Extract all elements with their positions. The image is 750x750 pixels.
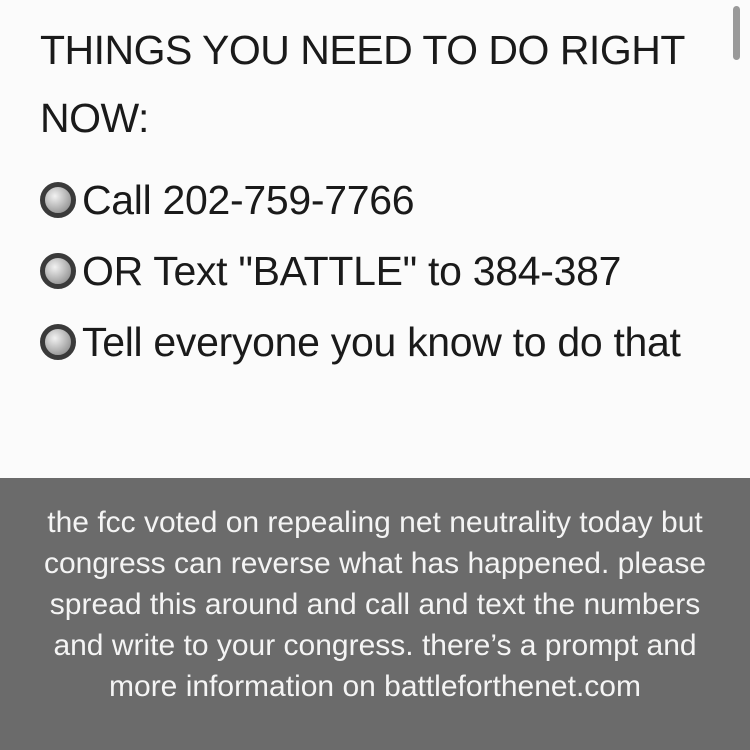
notes-panel: THINGS YOU NEED TO DO RIGHT NOW: Call 20… xyxy=(0,0,750,478)
scrollbar[interactable] xyxy=(733,6,740,60)
list-item-text: Tell everyone you know to do that xyxy=(82,319,681,365)
list-item-text: Call 202-759-7766 xyxy=(82,177,415,223)
list-item-call: Call 202-759-7766 xyxy=(40,166,730,234)
caption-text: the fcc voted on repealing net neutralit… xyxy=(43,506,707,703)
list-item-text-battle: OR Text "BATTLE" to 384-387 xyxy=(40,237,730,305)
screenshot-page: THINGS YOU NEED TO DO RIGHT NOW: Call 20… xyxy=(0,0,750,750)
radio-circle-icon xyxy=(40,253,76,289)
note-heading: THINGS YOU NEED TO DO RIGHT NOW: xyxy=(40,27,685,141)
radio-circle-icon xyxy=(40,182,76,218)
list-item-text: OR Text "BATTLE" to 384-387 xyxy=(82,248,622,294)
radio-circle-icon xyxy=(40,324,76,360)
caption-panel: the fcc voted on repealing net neutralit… xyxy=(0,478,750,750)
list-item-tell-everyone: Tell everyone you know to do that xyxy=(40,308,730,376)
